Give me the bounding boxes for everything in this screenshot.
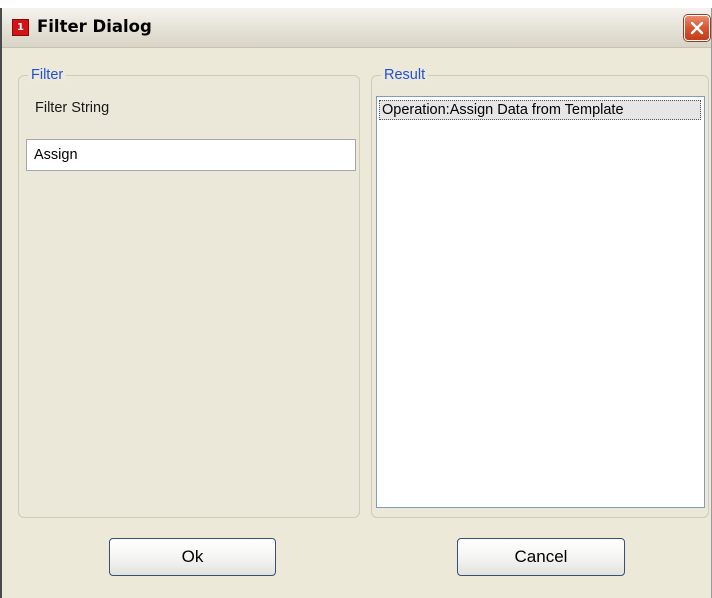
filter-dialog-window: 1 Filter Dialog Filter Filter String Res… (0, 8, 712, 598)
window-title: Filter Dialog (37, 17, 152, 36)
result-list[interactable]: Operation:Assign Data from Template (376, 96, 705, 508)
close-icon (690, 21, 704, 35)
close-button[interactable] (684, 15, 710, 41)
result-groupbox: Result Operation:Assign Data from Templa… (371, 66, 709, 518)
result-group-legend: Result (381, 66, 429, 84)
filter-string-label: Filter String (35, 100, 110, 116)
title-bar[interactable]: 1 Filter Dialog (2, 8, 711, 48)
filter-groupbox: Filter Filter String (18, 66, 360, 518)
list-item[interactable]: Operation:Assign Data from Template (379, 100, 701, 120)
filter-group-legend: Filter (28, 66, 67, 84)
app-icon: 1 (12, 19, 29, 36)
ok-button[interactable]: Ok (109, 538, 276, 576)
filter-string-input[interactable] (26, 139, 356, 171)
cancel-button[interactable]: Cancel (457, 538, 625, 576)
